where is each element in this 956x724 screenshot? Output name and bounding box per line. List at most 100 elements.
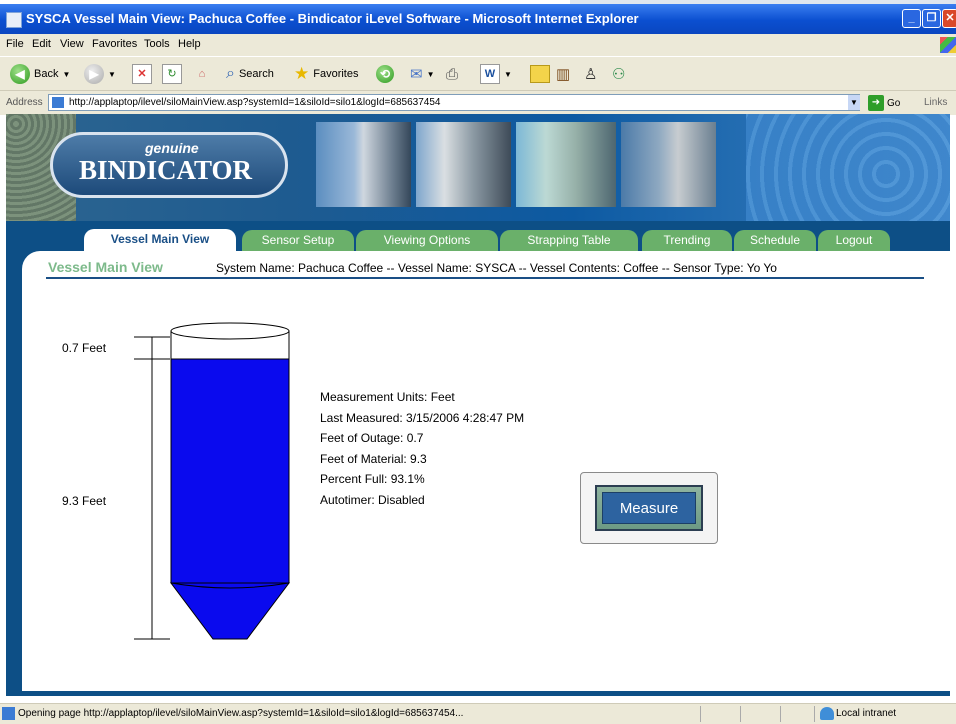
refresh-button[interactable]: ↻ (162, 63, 182, 85)
info-autotimer: Autotimer: Disabled (320, 492, 425, 507)
tab-trending[interactable]: Trending (642, 230, 732, 251)
title-bar: SYSCA Vessel Main View: Pachuca Coffee -… (0, 4, 956, 34)
tab-strapping-table[interactable]: Strapping Table (500, 230, 638, 251)
address-input[interactable]: http://applaptop/ilevel/siloMainView.asp… (48, 94, 860, 111)
menu-file[interactable]: File (6, 38, 24, 50)
material-label: 9.3 Feet (62, 494, 107, 508)
home-icon: ⌂ (198, 68, 206, 80)
messenger-button[interactable]: ♙ (584, 63, 597, 85)
silo-photo-3 (516, 122, 616, 207)
star-icon: ★ (294, 64, 310, 83)
swirl-decoration (746, 114, 950, 221)
forward-arrow-icon: ▶ (84, 64, 104, 84)
nav-tabs: Vessel Main View Sensor Setup Viewing Op… (6, 221, 950, 252)
back-button[interactable]: ◀ Back ▼ (10, 63, 70, 85)
info-units: Measurement Units: Feet (320, 390, 455, 404)
stop-icon: ✕ (132, 64, 152, 84)
logo-brand-text: BINDICATOR (79, 155, 253, 185)
loading-page-icon (2, 707, 15, 720)
measure-button[interactable]: Measure (595, 485, 703, 531)
logo-genuine-text: genuine (145, 140, 199, 156)
refresh-icon: ↻ (162, 64, 182, 84)
intranet-zone-icon (820, 707, 834, 720)
contacts-button[interactable]: ⚇ (612, 63, 625, 85)
menu-favorites[interactable]: Favorites (92, 38, 137, 50)
silo-photo-1 (316, 122, 411, 207)
person-icon: ♙ (584, 66, 598, 83)
stop-button[interactable]: ✕ (132, 63, 152, 85)
books-icon: ▥ (556, 66, 571, 83)
history-button[interactable]: ⟲ (376, 63, 394, 85)
status-text: Opening page http://applaptop/ilevel/sil… (18, 708, 464, 719)
address-url: http://applaptop/ilevel/siloMainView.asp… (69, 97, 441, 108)
search-button[interactable]: ⌕ Search (226, 63, 274, 85)
page-icon (52, 97, 64, 108)
outage-label: 0.7 Feet (62, 341, 107, 355)
menu-view[interactable]: View (60, 38, 84, 50)
print-icon: ⎙ (446, 65, 459, 83)
go-button[interactable]: ➜ Go (868, 95, 900, 111)
back-label: Back (34, 68, 59, 80)
home-button[interactable]: ⌂ (192, 63, 212, 85)
measure-button-label: Measure (602, 492, 696, 524)
vessel-top-ellipse (170, 322, 290, 340)
go-label: Go (887, 97, 901, 109)
measure-panel: Measure (580, 472, 718, 544)
tab-vessel-main-view[interactable]: Vessel Main View (84, 229, 236, 252)
favorites-button[interactable]: ★ Favorites (294, 63, 359, 85)
close-button[interactable]: ✕ (942, 9, 956, 28)
address-bar: Address http://applaptop/ilevel/siloMain… (0, 90, 956, 115)
history-icon: ⟲ (376, 65, 394, 83)
vessel-cone-fill (170, 582, 290, 640)
mail-icon: ✉ (410, 66, 423, 83)
back-arrow-icon: ◀ (10, 64, 30, 84)
research-button[interactable]: ▥ (556, 63, 570, 85)
tab-logout[interactable]: Logout (818, 230, 890, 251)
main-content: Vessel Main View System Name: Pachuca Co… (22, 251, 950, 691)
status-bar: Opening page http://applaptop/ilevel/sil… (0, 703, 956, 724)
go-arrow-icon: ➜ (868, 95, 884, 111)
word-icon: W (480, 64, 500, 84)
status-divider (740, 706, 741, 722)
edit-button[interactable]: W ▼ (480, 63, 512, 85)
print-button[interactable]: ⎙ (446, 63, 458, 85)
status-divider (780, 706, 781, 722)
measurement-info: Measurement Units: Feet Last Measured: 3… (320, 387, 524, 510)
security-zone-label: Local intranet (836, 708, 897, 719)
minimize-button[interactable]: _ (902, 9, 921, 28)
ie-page-icon (6, 12, 22, 28)
links-button[interactable]: Links (924, 97, 947, 108)
windows-logo-icon (940, 37, 956, 53)
mail-button[interactable]: ✉ ▼ (410, 63, 435, 85)
status-divider (700, 706, 701, 722)
menu-help[interactable]: Help (178, 38, 201, 50)
search-icon: ⌕ (226, 65, 235, 82)
info-material: Feet of Material: 9.3 (320, 451, 427, 466)
window-title: SYSCA Vessel Main View: Pachuca Coffee -… (26, 11, 639, 26)
search-label: Search (238, 68, 274, 80)
bindicator-logo: genuine BINDICATOR (50, 132, 288, 198)
silo-photo-4 (621, 122, 716, 207)
menu-edit[interactable]: Edit (32, 38, 51, 50)
status-divider (814, 706, 815, 722)
tab-viewing-options[interactable]: Viewing Options (356, 230, 498, 251)
discuss-button[interactable] (530, 63, 550, 85)
info-last-measured: Last Measured: 3/15/2006 4:28:47 PM (320, 410, 525, 425)
silo-photos (316, 122, 716, 207)
toolbar: ◀ Back ▼ ▶ ▼ ✕ ↻ ⌂ ⌕ Search ★ Favorites … (0, 56, 956, 91)
menu-tools[interactable]: Tools (144, 38, 170, 50)
address-dropdown-icon[interactable]: ▼ (848, 95, 860, 110)
page-frame: genuine BINDICATOR Vessel Main View Sens… (6, 114, 950, 696)
vessel-material-fill (170, 358, 290, 584)
people-icon: ⚇ (612, 66, 626, 83)
tab-schedule[interactable]: Schedule (734, 230, 816, 251)
info-percent-full: Percent Full: 93.1% (320, 472, 425, 486)
maximize-button[interactable]: ❐ (922, 9, 941, 28)
silo-photo-2 (416, 122, 511, 207)
favorites-label: Favorites (313, 68, 359, 80)
forward-button[interactable]: ▶ ▼ (84, 63, 116, 85)
address-label: Address (6, 97, 43, 108)
site-header: genuine BINDICATOR (6, 114, 950, 221)
tab-sensor-setup[interactable]: Sensor Setup (242, 230, 354, 251)
note-icon (530, 65, 550, 83)
